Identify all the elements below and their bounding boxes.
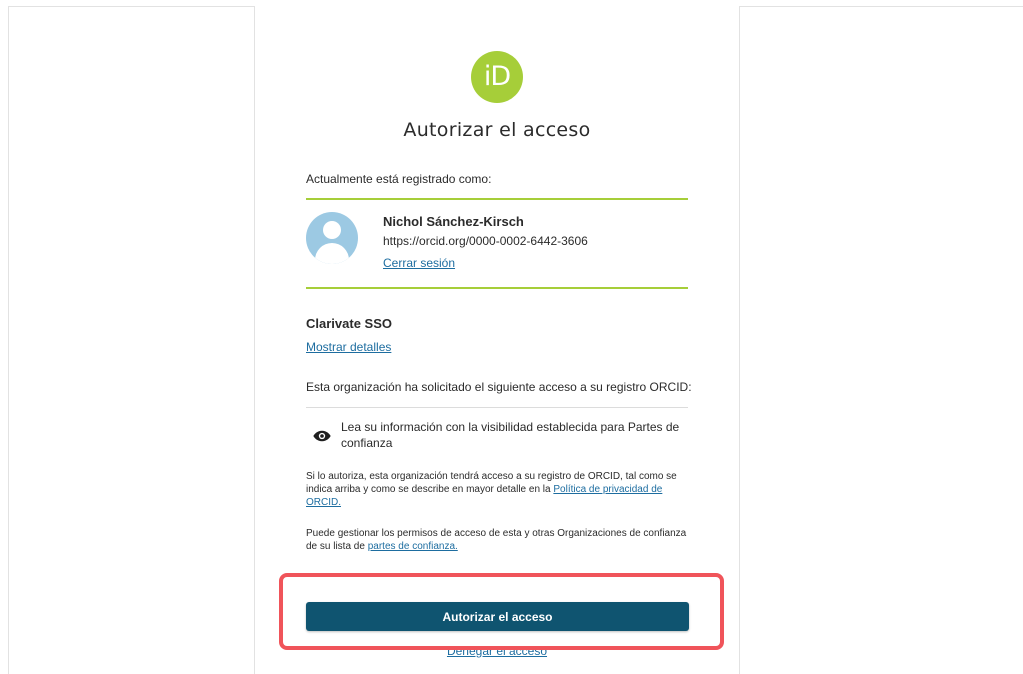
orcid-logo-icon: iD (471, 51, 523, 103)
avatar-icon (306, 212, 358, 264)
divider-bottom (306, 287, 688, 289)
page-border-left (8, 6, 9, 674)
browser-viewport: iD Autorizar el acceso Actualmente está … (0, 0, 1023, 674)
deny-access-wrapper: Denegar el acceso (255, 644, 739, 658)
permission-item: Lea su información con la visibilidad es… (341, 420, 680, 450)
authorize-button[interactable]: Autorizar el acceso (306, 602, 689, 631)
divider-permissions (306, 407, 688, 408)
trusted-parties-link[interactable]: partes de confianza. (368, 541, 458, 552)
signout-link[interactable]: Cerrar sesión (383, 256, 455, 270)
manage-permissions-note: Puede gestionar los permisos de acceso d… (306, 527, 696, 553)
manage-permissions-text: Puede gestionar los permisos de acceso d… (306, 528, 687, 552)
signed-in-label: Actualmente está registrado como: (306, 172, 492, 186)
deny-access-link[interactable]: Denegar el acceso (447, 644, 547, 658)
orcid-logo-text: iD (483, 61, 511, 92)
divider-top (306, 198, 688, 200)
user-name: Nichol Sánchez-Kirsch (383, 214, 524, 229)
access-request-intro: Esta organización ha solicitado el sigui… (306, 380, 692, 394)
authorize-card: iD Autorizar el acceso Actualmente está … (254, 6, 740, 674)
authorization-note: Si lo autoriza, esta organización tendrá… (306, 470, 696, 509)
user-orcid-url: https://orcid.org/0000-0002-6442-3606 (383, 234, 588, 248)
show-details-link[interactable]: Mostrar detalles (306, 340, 391, 354)
client-name: Clarivate SSO (306, 316, 392, 331)
eye-icon (313, 430, 331, 442)
page-title: Autorizar el acceso (403, 119, 591, 141)
